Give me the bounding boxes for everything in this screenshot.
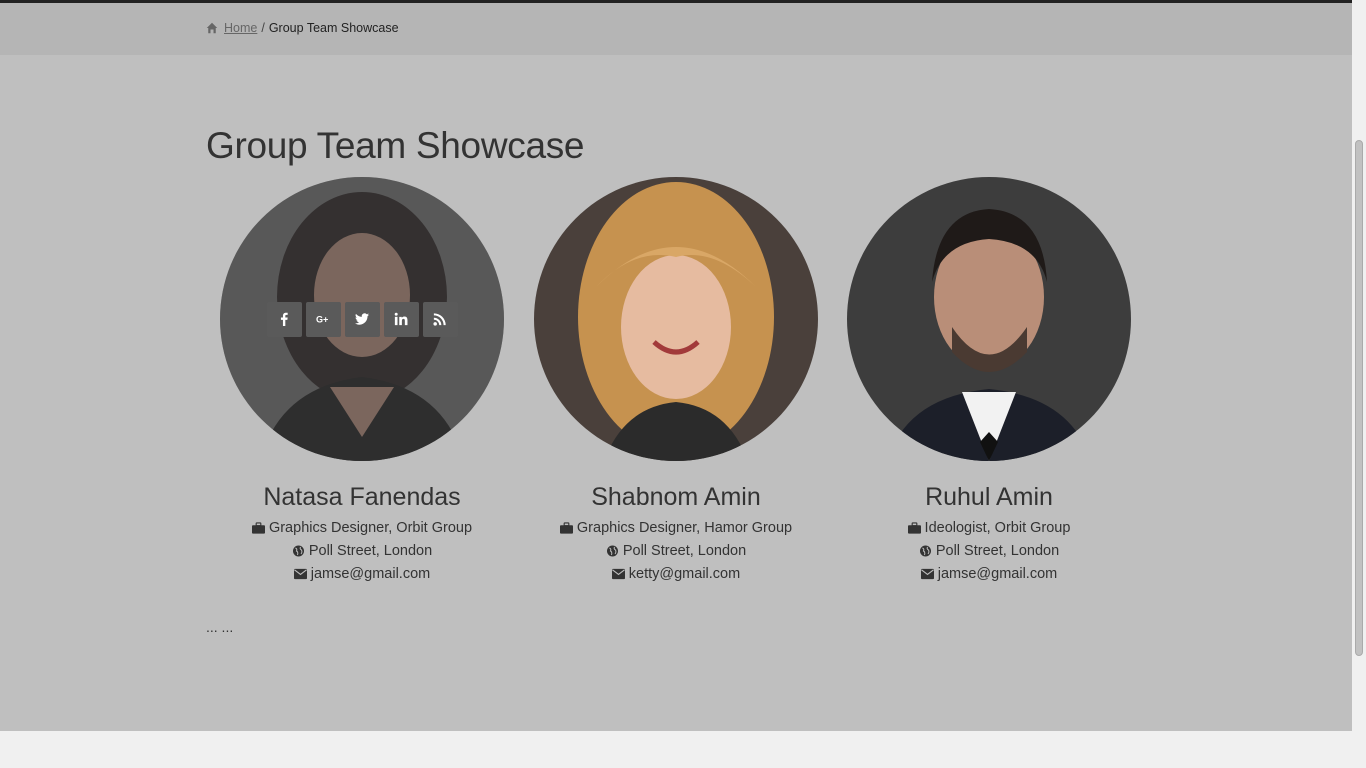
member-photo[interactable] (534, 177, 818, 461)
breadcrumb-current: Group Team Showcase (268, 21, 399, 35)
page-content: Home / Group Team Showcase Group Team Sh… (0, 3, 1352, 731)
member-photo-image (847, 177, 1131, 461)
team-member-card: Ruhul Amin Ideologist, Orbit Group Poll … (839, 177, 1139, 582)
member-name: Shabnom Amin (591, 483, 761, 511)
twitter-icon (355, 313, 369, 325)
briefcase-icon (251, 522, 265, 534)
vertical-scrollbar[interactable] (1352, 0, 1366, 768)
member-role: Ideologist, Orbit Group (839, 520, 1139, 536)
twitter-button[interactable] (344, 301, 380, 337)
envelope-icon (920, 568, 934, 580)
rss-button[interactable] (422, 301, 458, 337)
member-location: Poll Street, London (839, 543, 1139, 559)
member-name: Natasa Fanendas (263, 483, 461, 511)
member-email: jamse@gmail.com (839, 566, 1139, 582)
globe-icon (606, 545, 618, 557)
member-role: Graphics Designer, Orbit Group (212, 520, 512, 536)
briefcase-icon (559, 522, 573, 534)
member-photo[interactable] (847, 177, 1131, 461)
scrollbar-thumb[interactable] (1355, 140, 1363, 656)
member-location: Poll Street, London (212, 543, 512, 559)
envelope-icon (293, 568, 307, 580)
linkedin-button[interactable] (383, 301, 419, 337)
more-text: ... ... (206, 619, 234, 635)
globe-icon (919, 545, 931, 557)
member-photo[interactable]: G+ (220, 177, 504, 461)
globe-icon (292, 545, 304, 557)
breadcrumb-separator: / (261, 21, 265, 35)
social-overlay: G+ (220, 177, 504, 461)
briefcase-icon (907, 522, 921, 534)
member-email: ketty@gmail.com (526, 566, 826, 582)
rss-icon (433, 313, 446, 326)
member-role: Graphics Designer, Hamor Group (526, 520, 826, 536)
google-plus-button[interactable]: G+ (305, 301, 341, 337)
google-plus-icon: G+ (316, 315, 328, 325)
breadcrumb-home-link[interactable]: Home (224, 21, 257, 35)
team-member-card: Shabnom Amin Graphics Designer, Hamor Gr… (526, 177, 826, 582)
facebook-icon (280, 312, 288, 326)
facebook-button[interactable] (266, 301, 302, 337)
footer-area (0, 731, 1352, 768)
member-name: Ruhul Amin (925, 483, 1053, 511)
breadcrumb-bar: Home / Group Team Showcase (0, 3, 1352, 55)
team-member-card: G+ Natasa Fanendas Graphics Designer, Or… (212, 177, 512, 582)
linkedin-icon (394, 312, 408, 326)
breadcrumb: Home / Group Team Showcase (206, 21, 399, 35)
member-email: jamse@gmail.com (212, 566, 512, 582)
svg-text:G+: G+ (316, 315, 328, 325)
page-title: Group Team Showcase (206, 125, 585, 166)
envelope-icon (611, 568, 625, 580)
home-icon (206, 22, 218, 34)
member-location: Poll Street, London (526, 543, 826, 559)
member-photo-image (534, 177, 818, 461)
